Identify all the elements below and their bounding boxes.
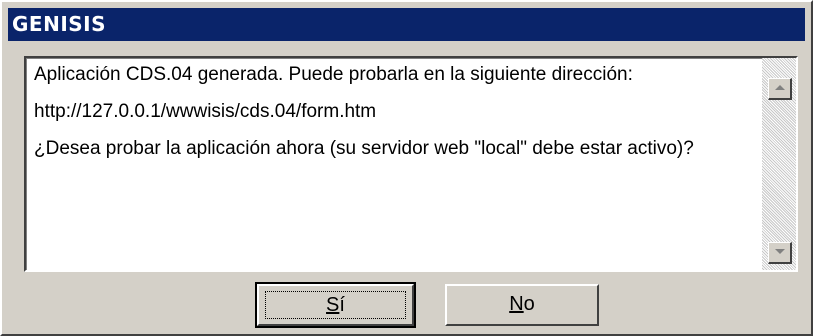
message-text: Aplicación CDS.04 generada. Puede probar… [34, 64, 749, 175]
scroll-down-button[interactable] [768, 242, 792, 264]
scroll-down-arrow-icon [775, 249, 785, 254]
message-textbox[interactable]: Aplicación CDS.04 generada. Puede probar… [24, 56, 798, 272]
dialog-window: GENISIS Aplicación CDS.04 generada. Pued… [0, 0, 813, 336]
message-line-1: Aplicación CDS.04 generada. Puede probar… [34, 64, 633, 85]
window-title: GENISIS [12, 12, 107, 36]
scroll-up-button[interactable] [768, 78, 792, 100]
yes-button-label-rest: í [339, 294, 345, 316]
title-bar[interactable]: GENISIS [8, 8, 805, 41]
no-button-label-rest: o [523, 293, 535, 315]
no-button-mnemonic: N [509, 293, 524, 315]
scroll-up-arrow-icon [775, 85, 785, 90]
vertical-scrollbar[interactable] [762, 58, 796, 270]
no-button[interactable]: No [445, 284, 599, 326]
message-question: ¿Desea probar la aplicación ahora (su se… [34, 138, 694, 159]
message-url: http://127.0.0.1/wwwisis/cds.04/form.htm [34, 101, 377, 122]
yes-button-mnemonic: S [326, 294, 340, 316]
yes-button[interactable]: Sí [255, 282, 416, 328]
focus-rectangle: Sí [265, 291, 406, 319]
